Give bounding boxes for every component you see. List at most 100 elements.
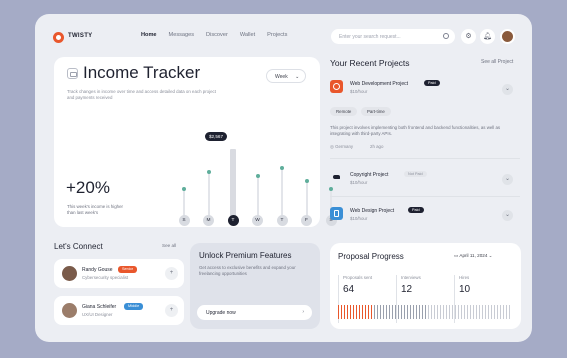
project-status-badge: Paid (408, 207, 424, 213)
progress-tick (389, 305, 390, 319)
progress-tick (473, 305, 474, 319)
progress-tick (410, 305, 411, 319)
progress-tick (467, 305, 468, 319)
project-time: 2h ago (370, 144, 384, 149)
nav-discover[interactable]: Discover (206, 32, 228, 38)
search-placeholder: Enter your search request... (339, 34, 401, 40)
progress-tick (401, 305, 402, 319)
project-price: $10/hour (350, 216, 368, 221)
chevron-right-icon: › (302, 309, 304, 315)
project-name[interactable]: Copyright Project (350, 172, 388, 178)
upgrade-label: Upgrade now (206, 310, 236, 316)
progress-tick (485, 305, 486, 319)
nav-home[interactable]: Home (141, 32, 157, 38)
stat-label: Hires (459, 275, 470, 280)
stat-value: 10 (459, 284, 471, 295)
day-column-track (230, 149, 236, 220)
progress-tick (383, 305, 384, 319)
day-column-track (207, 172, 210, 220)
bell-icon: 🔔︎ (483, 33, 492, 40)
progress-tick (464, 305, 465, 319)
project-expand-button[interactable]: ⌄ (502, 84, 513, 95)
day-label[interactable]: W (252, 215, 263, 226)
project-chip-remote: Remote (330, 107, 358, 116)
progress-tick (374, 305, 375, 319)
progress-tick (440, 305, 441, 319)
progress-tick (431, 305, 432, 319)
progress-tick (416, 305, 417, 319)
progress-tick (386, 305, 387, 319)
project-expand-button[interactable]: ⌄ (502, 174, 513, 185)
add-connection-button[interactable]: + (165, 304, 178, 317)
nav-messages[interactable]: Messages (169, 32, 195, 38)
stat-label: Interviews (401, 275, 421, 280)
divider (330, 196, 520, 197)
premium-card: Unlock Premium Features Get access to ex… (190, 243, 320, 329)
upgrade-button[interactable]: Upgrade now › (197, 305, 312, 320)
plus-icon: + (169, 270, 174, 276)
day-label[interactable]: M (203, 215, 214, 226)
progress-tick (350, 305, 351, 319)
nav-projects[interactable]: Projects (267, 32, 287, 38)
progress-tick (491, 305, 492, 319)
progress-tick (428, 305, 429, 319)
day-label[interactable]: S (178, 215, 190, 226)
search-icon[interactable] (443, 33, 449, 39)
notifications-button[interactable]: 🔔︎ (480, 29, 495, 44)
projects-title: Your Recent Projects (330, 58, 410, 68)
progress-tick (395, 305, 396, 319)
proposal-date-select[interactable]: ▭ April 11, 2024 ⌄ (454, 253, 493, 259)
project-status-badge: Not Paid (404, 171, 427, 177)
progress-tick (434, 305, 435, 319)
progress-tick (368, 305, 369, 319)
progress-tick (377, 305, 378, 319)
person-card[interactable]: Randy Gouse Senior Cybersecurity special… (54, 259, 184, 288)
day-level-dot (182, 186, 186, 191)
progress-tick (380, 305, 381, 319)
user-avatar[interactable] (500, 29, 515, 44)
chevron-down-icon: ⌄ (504, 176, 511, 182)
see-all-connect-link[interactable]: See all (162, 243, 176, 248)
day-label[interactable]: F (301, 215, 312, 226)
progress-tick (404, 305, 405, 319)
search-input[interactable]: Enter your search request... (331, 29, 455, 44)
brand-name: TWISTY (68, 33, 93, 39)
progress-tick (371, 305, 372, 319)
progress-tick (443, 305, 444, 319)
avatar (62, 303, 77, 318)
add-connection-button[interactable]: + (165, 267, 178, 280)
person-level-badge: Middle (124, 303, 144, 310)
progress-tick (419, 305, 420, 319)
project-expand-button[interactable]: ⌄ (502, 210, 513, 221)
project-status-badge: Paid (424, 80, 440, 86)
chevron-down-icon: ⌄ (504, 212, 511, 218)
day-level-dot (329, 186, 333, 191)
plus-icon: + (169, 307, 174, 313)
connect-title: Let's Connect (54, 242, 103, 251)
settings-button[interactable]: ⚙ (461, 29, 476, 44)
day-column-track (256, 175, 259, 220)
divider (330, 158, 520, 159)
brand-logo-icon[interactable] (53, 32, 64, 43)
day-level-dot (304, 178, 309, 183)
nav-wallet[interactable]: Wallet (240, 32, 255, 38)
day-label[interactable]: T (276, 215, 288, 226)
proposal-title: Proposal Progress (338, 252, 404, 261)
day-label[interactable]: T (227, 215, 239, 226)
avatar (62, 266, 77, 281)
gear-icon: ⚙ (465, 33, 472, 40)
person-card[interactable]: Giana Schleifer Middle UX/UI Designer + (54, 296, 184, 325)
project-description: This project involves implementing both … (330, 125, 501, 136)
project-name[interactable]: Web Design Project (350, 208, 394, 214)
chevron-down-icon: ⌄ (487, 253, 493, 258)
see-all-projects-link[interactable]: See all Project (481, 59, 513, 65)
progress-tick (398, 305, 399, 319)
progress-tick (365, 305, 366, 319)
design-icon (330, 207, 343, 220)
project-location-text: Germany (335, 144, 354, 149)
project-name[interactable]: Web Development Project (350, 81, 408, 87)
progress-tick (509, 305, 510, 319)
progress-ticks (338, 305, 513, 319)
progress-tick (356, 305, 357, 319)
progress-tick (455, 305, 456, 319)
